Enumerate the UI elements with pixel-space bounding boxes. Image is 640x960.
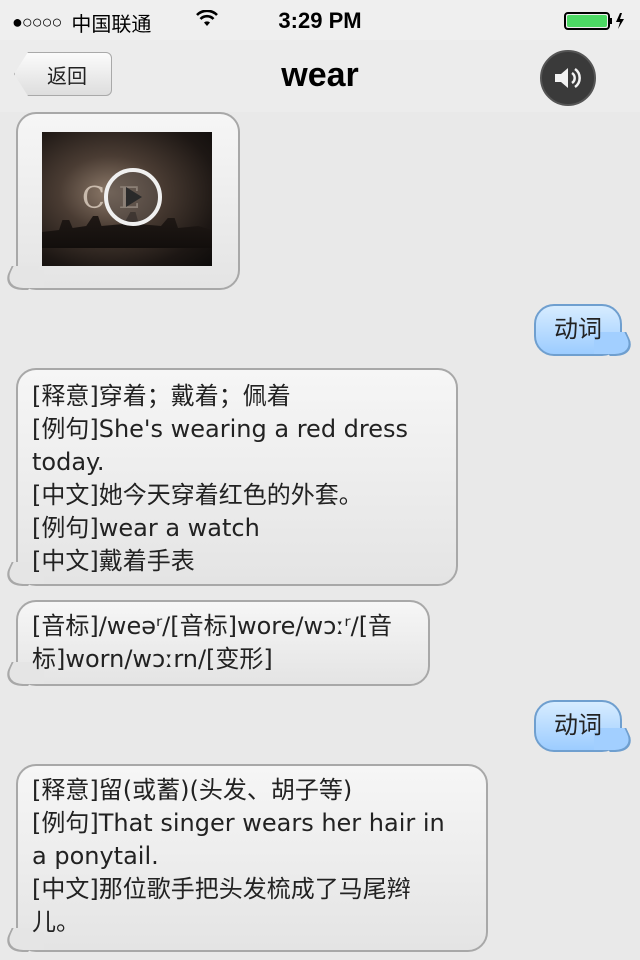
part-of-speech-tag: 动词 [534,700,622,752]
phonetic-text: [音标]/weəʳ/[音标]wore/wɔːʳ/[音 标]worn/wɔːrn/… [32,610,428,676]
phonetic-line: 标]worn/wɔːrn/[变形] [32,645,273,673]
definition-line: [释意]穿着；戴着；佩着 [32,382,291,410]
definition-bubble: [释意]留(或蓄)(头发、胡子等) [例句]That singer wears … [16,764,488,952]
definition-text: [释意]留(或蓄)(头发、胡子等) [例句]That singer wears … [32,774,486,939]
definition-line: [释意]留(或蓄)(头发、胡子等) [32,776,353,804]
phonetic-line: [音标]/weəʳ/[音标]wore/wɔːʳ/[音 [32,612,393,640]
phonetic-bubble: [音标]/weəʳ/[音标]wore/wɔːʳ/[音 标]worn/wɔːrn/… [16,600,430,686]
example-line: a ponytail. [32,842,159,870]
part-of-speech-tag: 动词 [534,304,622,356]
translation-line: 儿。 [32,908,80,936]
definition-bubble: [释意]穿着；戴着；佩着 [例句]She's wearing a red dre… [16,368,458,586]
navigation-bar: 返回 wear [0,40,640,112]
battery-icon [564,12,624,30]
example-line: today. [32,448,105,476]
page-title: wear [281,56,359,94]
translation-line: [中文]戴着手表 [32,547,195,575]
play-button[interactable] [104,168,162,226]
play-icon [126,187,142,207]
pronunciation-button[interactable] [540,50,596,106]
translation-line: [中文]她今天穿着红色的外套。 [32,481,363,509]
example-line: [例句]She's wearing a red dress [32,415,409,443]
status-time: 3:29 PM [278,8,362,33]
tag-label: 动词 [554,711,602,739]
video-message-bubble: C E [16,112,240,290]
speaker-icon [555,67,581,89]
back-button[interactable]: 返回 [14,52,112,96]
video-thumbnail[interactable]: C E [42,132,212,266]
definition-text: [释意]穿着；戴着；佩着 [例句]She's wearing a red dre… [32,380,456,578]
tag-label: 动词 [554,315,602,343]
example-line: [例句]That singer wears her hair in [32,809,445,837]
example-line: [例句]wear a watch [32,514,260,542]
translation-line: [中文]那位歌手把头发梳成了马尾辫 [32,875,411,903]
status-bar: ●○○○○ 中国联通 3:29 PM [0,0,640,40]
